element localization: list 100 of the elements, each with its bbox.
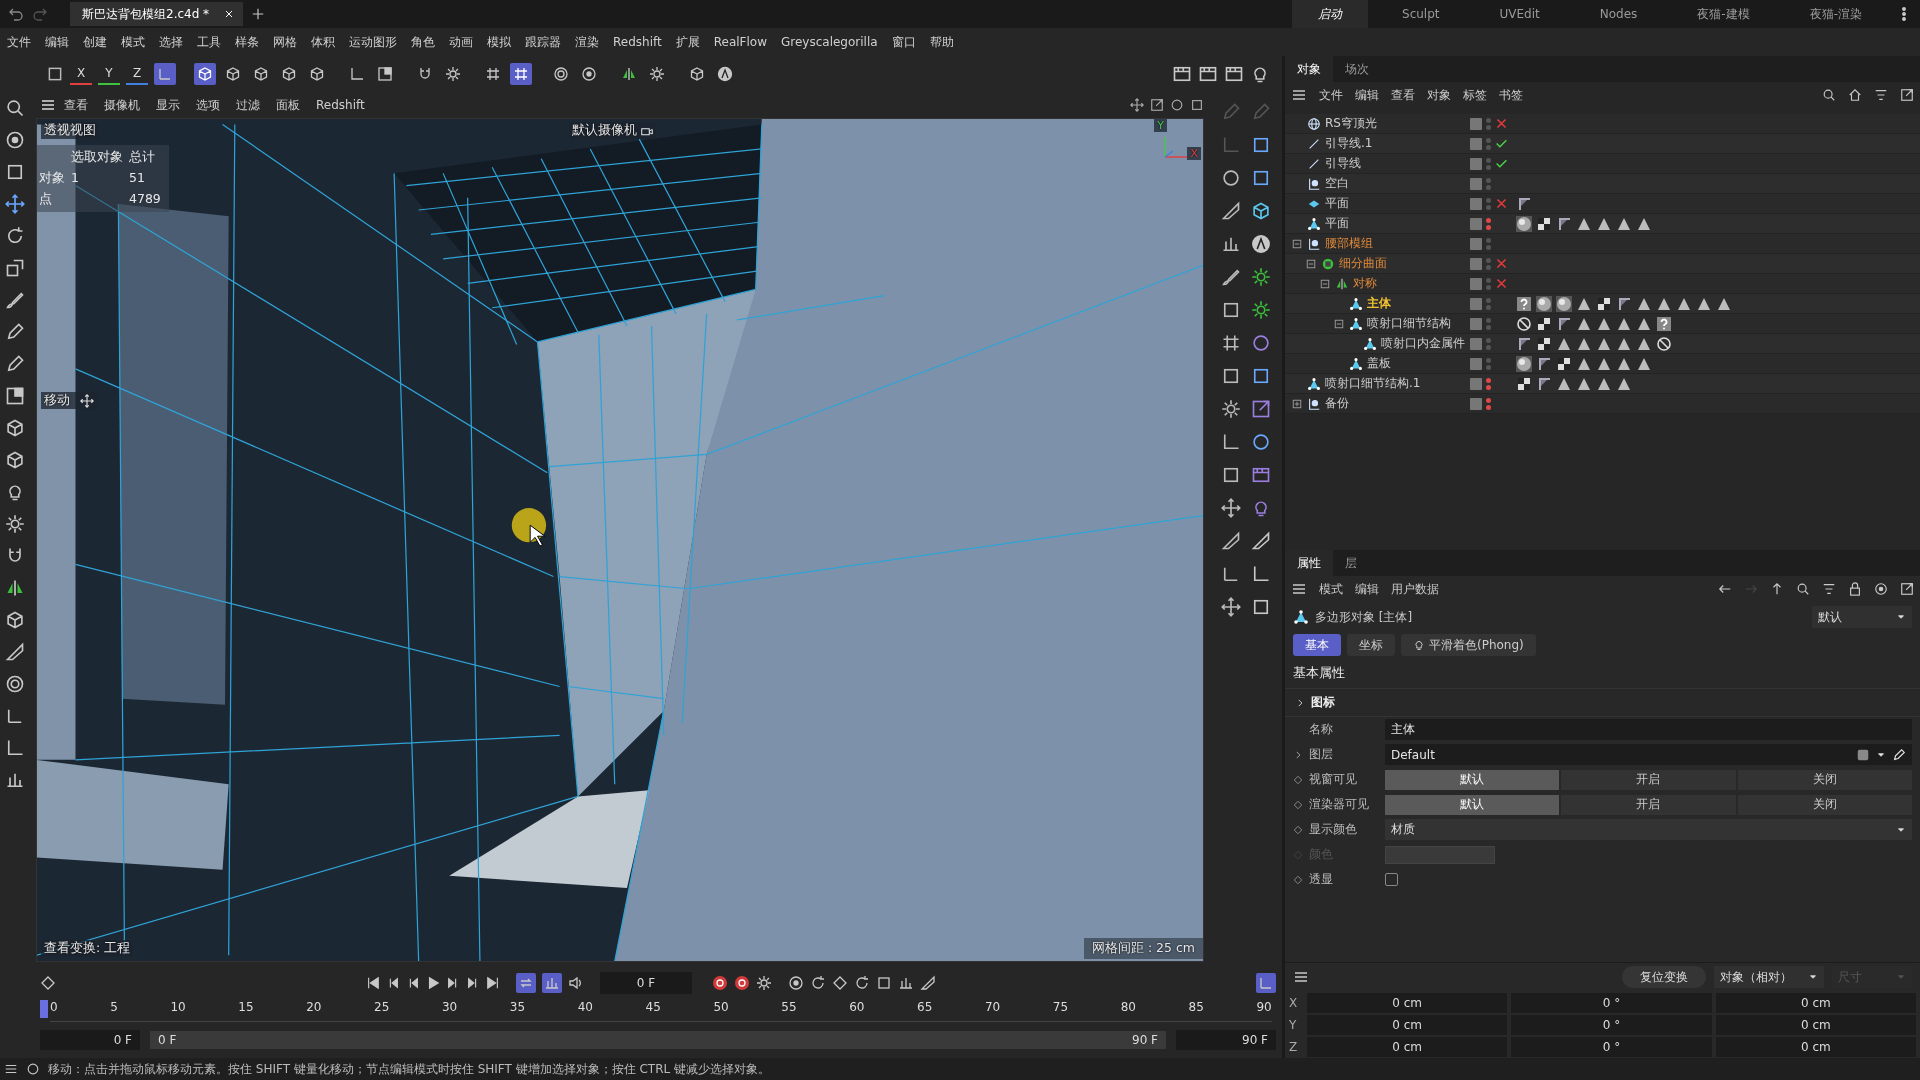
search-icon[interactable]: [1796, 582, 1810, 596]
menu-item[interactable]: 模式: [114, 33, 152, 51]
editor-visibility-dot[interactable]: [1486, 177, 1491, 183]
knife-icon[interactable]: [1221, 531, 1241, 551]
render-visibility-dot[interactable]: [1486, 224, 1491, 230]
layout-tab[interactable]: 启动: [1292, 0, 1368, 28]
render-visibility-dot[interactable]: [1486, 184, 1491, 190]
scale-field[interactable]: 0 cm: [1715, 992, 1916, 1013]
position-field[interactable]: 0 cm: [1307, 1014, 1508, 1035]
corner-icon[interactable]: [1251, 564, 1271, 584]
lock-icon[interactable]: [1848, 582, 1862, 596]
object-name[interactable]: 喷射口细节结构.1: [1325, 375, 1421, 392]
cube-icon[interactable]: [1251, 201, 1271, 221]
skip-end-icon[interactable]: [486, 976, 500, 990]
move-icon[interactable]: [5, 194, 25, 214]
knife-icon[interactable]: [920, 975, 936, 991]
render-visibility-dot[interactable]: [1486, 384, 1491, 390]
brush-icon[interactable]: [1221, 267, 1241, 287]
layer-swatch[interactable]: [1470, 277, 1482, 290]
filter-icon[interactable]: [1822, 582, 1836, 596]
menu-item[interactable]: 角色: [404, 33, 442, 51]
target-icon[interactable]: [788, 975, 804, 991]
menu-icon[interactable]: [4, 1062, 18, 1076]
render-visibility-dot[interactable]: [1486, 344, 1491, 350]
object-name[interactable]: 备份: [1325, 395, 1349, 412]
object-name[interactable]: 引导线.1: [1325, 135, 1373, 152]
corner-flag-icon[interactable]: [1556, 315, 1572, 332]
menu-item[interactable]: 编辑: [38, 33, 76, 51]
editor-visibility-dot[interactable]: [1486, 357, 1491, 363]
scale-field[interactable]: 0 cm: [1715, 1036, 1916, 1057]
record-icon[interactable]: [712, 975, 728, 991]
menu-item[interactable]: 模拟: [480, 33, 518, 51]
menu-item[interactable]: 面板: [268, 96, 308, 114]
checker-icon[interactable]: [1596, 295, 1612, 312]
object-name[interactable]: 空白: [1325, 175, 1349, 192]
layer-swatch[interactable]: [1470, 197, 1482, 210]
cross-icon[interactable]: [1495, 257, 1508, 270]
grid-icon[interactable]: [510, 63, 532, 85]
square-icon[interactable]: [1221, 465, 1241, 485]
pencil-icon[interactable]: [5, 322, 25, 342]
checker-icon[interactable]: [1536, 335, 1552, 352]
layer-swatch[interactable]: [1470, 117, 1482, 130]
editor-visibility-dot[interactable]: [1486, 277, 1491, 283]
rotation-field[interactable]: 0 °: [1511, 992, 1712, 1013]
rotation-field[interactable]: 0 °: [1511, 1014, 1712, 1035]
collapse-icon[interactable]: [1291, 237, 1303, 250]
square-icon[interactable]: [5, 162, 25, 182]
menu-item[interactable]: Redshift: [606, 35, 669, 49]
menu-item[interactable]: RealFlow: [706, 35, 774, 49]
menu-item[interactable]: 样条: [228, 33, 266, 51]
editor-visibility-dot[interactable]: [1486, 377, 1491, 383]
corner-flag-icon[interactable]: [1516, 335, 1532, 352]
checkmark-icon[interactable]: [1495, 157, 1508, 170]
menu-item[interactable]: 动画: [442, 33, 480, 51]
square-icon[interactable]: [1251, 135, 1271, 155]
pencil-icon[interactable]: [5, 354, 25, 374]
home-icon[interactable]: [1848, 88, 1862, 102]
scale-field[interactable]: 0 cm: [1715, 1014, 1916, 1035]
file-tab[interactable]: 斯巴达背包模组2.c4d *: [70, 2, 244, 26]
corner-flag-icon[interactable]: [1516, 195, 1532, 212]
knife-icon[interactable]: [1221, 201, 1241, 221]
end-frame-field[interactable]: 90 F: [1176, 1030, 1276, 1050]
object-name[interactable]: 平面: [1325, 195, 1349, 212]
editor-visibility-dot[interactable]: [1486, 297, 1491, 303]
up-arrow-icon[interactable]: [1770, 582, 1784, 596]
layer-swatch[interactable]: [1470, 157, 1482, 170]
collapse-icon[interactable]: [1333, 317, 1345, 330]
move-icon[interactable]: [1221, 498, 1241, 518]
speaker-icon[interactable]: [568, 975, 584, 991]
layer-swatch[interactable]: [1470, 177, 1482, 190]
render-visibility-dot[interactable]: [1486, 244, 1491, 250]
menu-item[interactable]: 显示: [148, 96, 188, 114]
menu-item[interactable]: 编辑: [1355, 580, 1379, 598]
gear-icon[interactable]: [756, 975, 772, 991]
menu-item[interactable]: 运动图形: [342, 33, 404, 51]
menu-item[interactable]: 渲染: [568, 33, 606, 51]
menu-item[interactable]: 文件: [0, 33, 38, 51]
editor-visibility-dot[interactable]: [1486, 117, 1491, 123]
expand-icon[interactable]: [1291, 397, 1303, 410]
cross-icon[interactable]: [1495, 197, 1508, 210]
circle-icon[interactable]: [1221, 168, 1241, 188]
layout-tab[interactable]: Nodes: [1573, 0, 1664, 28]
panel-tab[interactable]: 属性: [1285, 550, 1333, 576]
menu-item[interactable]: 窗口: [884, 33, 923, 51]
render-visibility-dot[interactable]: [1486, 284, 1491, 290]
question-mark-icon[interactable]: [1516, 295, 1532, 312]
object-name[interactable]: 对称: [1353, 275, 1377, 292]
editor-visibility-dot[interactable]: [1486, 157, 1491, 163]
undo-icon[interactable]: [8, 6, 24, 22]
editor-visibility-dot[interactable]: [1486, 257, 1491, 263]
square-icon[interactable]: [1190, 98, 1204, 112]
menu-icon[interactable]: [1291, 87, 1307, 103]
target-icon[interactable]: [5, 130, 25, 150]
menu-item[interactable]: 模式: [1319, 580, 1343, 598]
object-name[interactable]: 喷射口细节结构: [1367, 315, 1451, 332]
editor-visibility-dot[interactable]: [1486, 317, 1491, 323]
grid-icon[interactable]: [1221, 333, 1241, 353]
collapse-icon[interactable]: [1319, 277, 1331, 290]
panel-tab[interactable]: 场次: [1333, 56, 1381, 82]
menu-item[interactable]: 文件: [1319, 86, 1343, 104]
